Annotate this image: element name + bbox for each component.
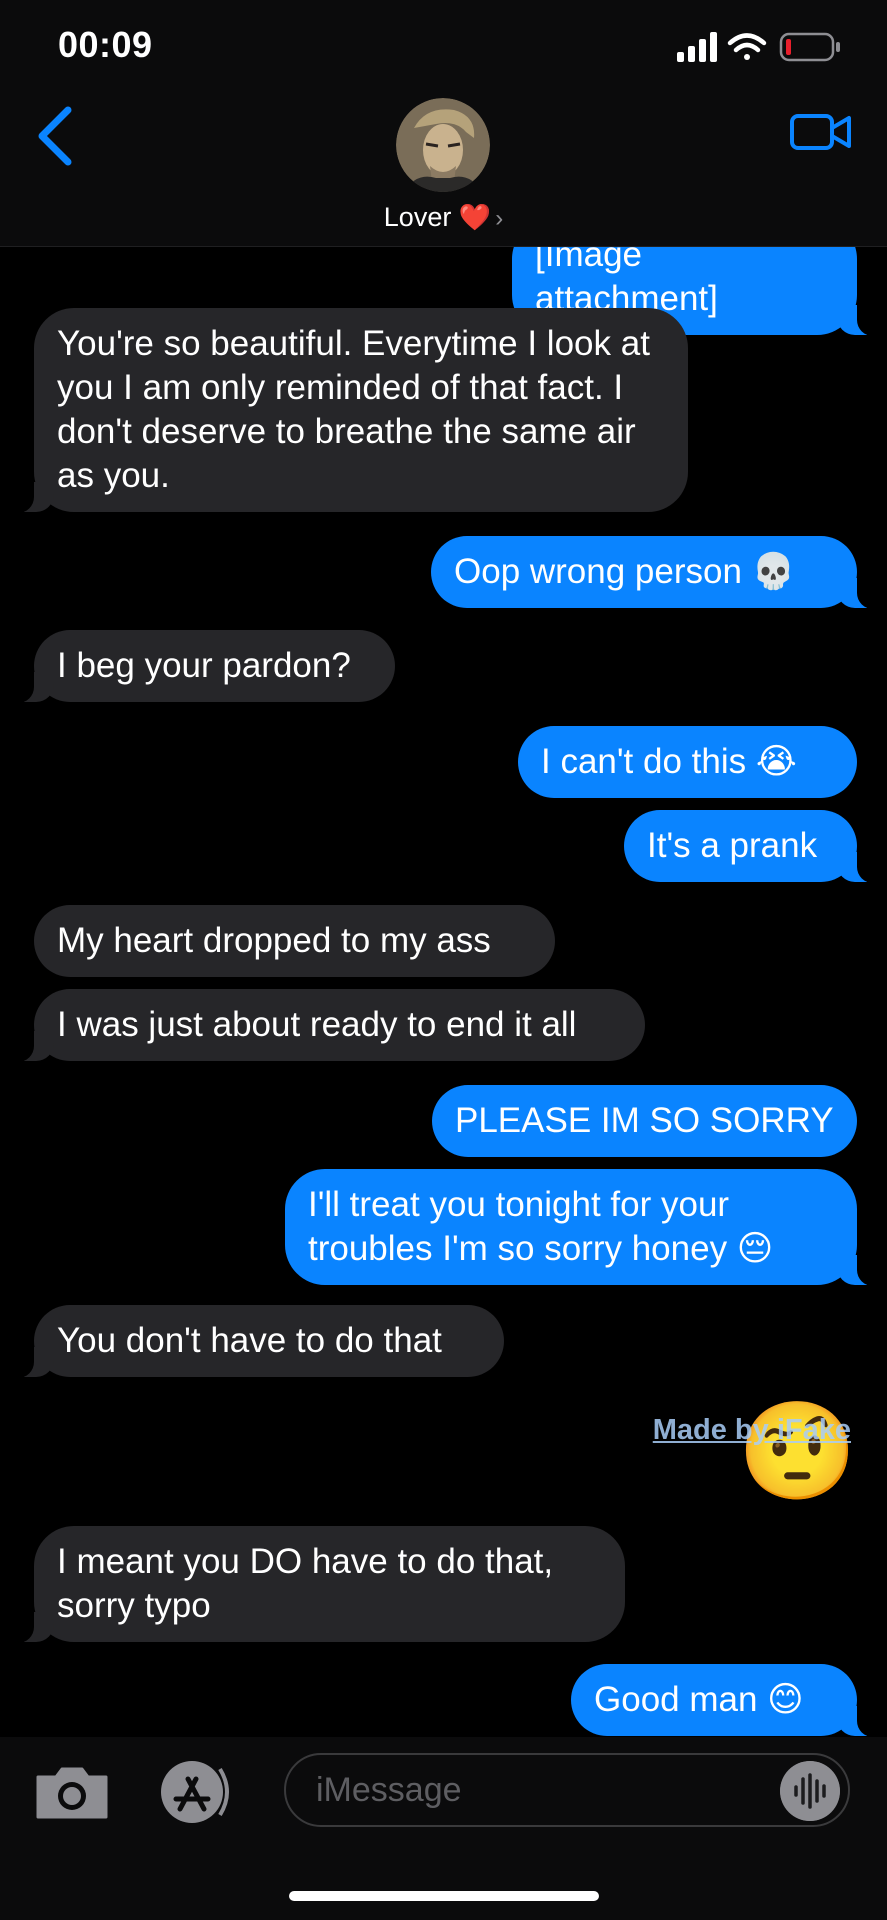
message-bubble-incoming[interactable]: You don't have to do that (12, 1305, 504, 1378)
watermark: Made by iFake (652, 1414, 851, 1446)
message-bubble-outgoing[interactable]: I can't do this 😭 (518, 726, 857, 798)
message-thread[interactable]: [Image attachment] You're so beautiful. … (0, 247, 887, 1737)
conversation-header: Lover ❤️ › (0, 90, 887, 247)
message-bubble-outgoing[interactable]: I'll treat you tonight for your troubles… (285, 1169, 879, 1286)
message-bubble-incoming[interactable]: I was just about ready to end it all (12, 989, 645, 1062)
message-bubble-incoming[interactable]: You're so beautiful. Everytime I look at… (12, 308, 688, 513)
message-bubble-incoming[interactable]: I meant you DO have to do that, sorry ty… (12, 1526, 625, 1643)
home-indicator[interactable] (289, 1891, 599, 1901)
camera-icon[interactable] (34, 1765, 110, 1821)
contact-avatar[interactable] (396, 98, 490, 192)
message-bubble-incoming[interactable]: My heart dropped to my ass (34, 905, 555, 977)
back-chevron-icon[interactable] (32, 102, 82, 172)
message-bubble-outgoing[interactable]: It's a prank (624, 810, 879, 883)
battery-icon (779, 32, 840, 62)
message-bubble-outgoing[interactable]: Good man 😊 (571, 1664, 879, 1737)
signal-icon (677, 32, 717, 62)
facetime-video-icon[interactable] (787, 102, 857, 162)
contact-name-button[interactable]: Lover ❤️ › (0, 202, 887, 233)
message-bubble-incoming[interactable]: I beg your pardon? (12, 630, 395, 703)
message-bubble-outgoing[interactable]: PLEASE IM SO SORRY (432, 1085, 857, 1157)
input-placeholder: iMessage (316, 1771, 462, 1809)
audio-waveform-icon[interactable] (780, 1761, 840, 1821)
composer-bar: iMessage (0, 1737, 887, 1920)
status-time: 00:09 (58, 24, 153, 65)
imessage-input[interactable]: iMessage (284, 1753, 850, 1827)
heart-emoji: ❤️ (458, 202, 492, 232)
status-icons (677, 32, 840, 62)
contact-name: Lover (383, 202, 452, 232)
status-bar: 00:09 (0, 0, 887, 90)
app-store-icon[interactable] (154, 1759, 238, 1825)
message-bubble-outgoing[interactable]: Oop wrong person 💀 (431, 536, 879, 609)
chevron-right-icon: › (495, 205, 504, 232)
wifi-icon (727, 33, 767, 60)
